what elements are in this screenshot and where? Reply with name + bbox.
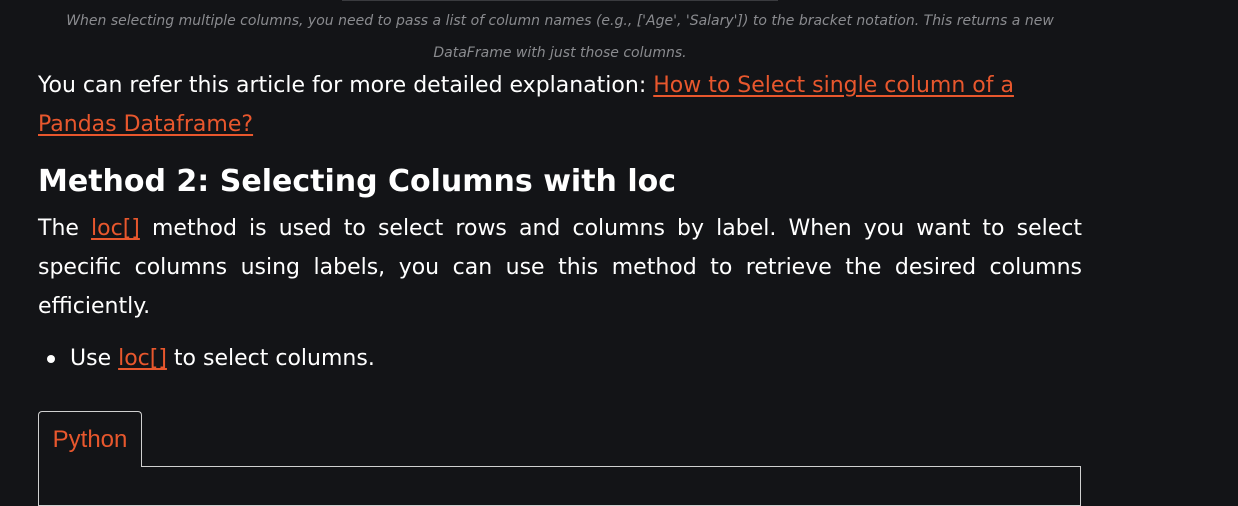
- loc-paragraph-suffix: method is used to select rows and column…: [38, 216, 1082, 319]
- loc-description-paragraph: The loc[] method is used to select rows …: [38, 209, 1082, 326]
- code-block: [38, 466, 1081, 506]
- tab-connector: [39, 465, 141, 468]
- bullet-loc-link[interactable]: loc[]: [118, 346, 167, 371]
- section-heading: Method 2: Selecting Columns with loc: [38, 164, 677, 199]
- bullet-dot-icon: [47, 355, 55, 363]
- image-caption: When selecting multiple columns, you nee…: [66, 13, 1054, 61]
- refer-paragraph: You can refer this article for more deta…: [38, 66, 1082, 144]
- bullet-suffix: to select columns.: [166, 346, 375, 371]
- refer-text: You can refer this article for more deta…: [38, 73, 654, 98]
- loc-paragraph-prefix: The: [38, 216, 92, 241]
- list-item: Use loc[] to select columns.: [47, 339, 375, 378]
- tab-python[interactable]: Python: [38, 411, 142, 467]
- loc-link[interactable]: loc[]: [91, 216, 140, 241]
- caption-divider: [342, 0, 778, 1]
- bullet-prefix: Use: [70, 346, 119, 371]
